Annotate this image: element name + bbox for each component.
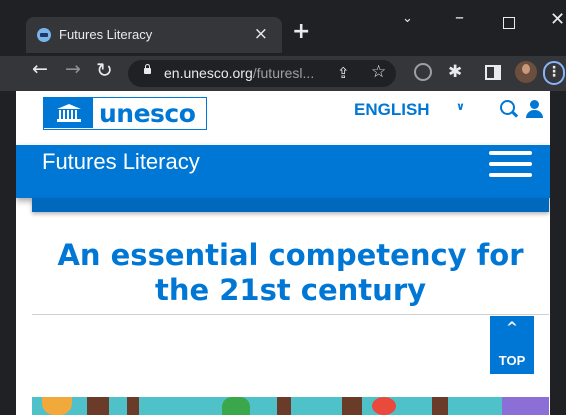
new-tab-button[interactable]: + [292, 21, 310, 43]
illustration-shape [342, 397, 362, 415]
web-page: unesco ENGLISH ∨ Futures Literacy An ess… [16, 91, 550, 415]
lock-icon[interactable] [144, 64, 151, 74]
browser-tab[interactable]: Futures Literacy × [26, 17, 282, 53]
illustration-shape [502, 397, 549, 415]
search-icon[interactable] [500, 100, 515, 115]
illustration-shape [372, 397, 396, 415]
chevron-down-icon[interactable]: ∨ [456, 100, 465, 113]
illustration-shape [432, 397, 448, 415]
tab-title: Futures Literacy [59, 27, 153, 42]
minimize-button[interactable]: – [455, 9, 464, 27]
user-icon[interactable] [526, 100, 544, 118]
share-icon[interactable]: ⇪ [337, 64, 350, 82]
temple-icon [57, 104, 81, 122]
illustration-shape [222, 397, 250, 415]
unesco-logo[interactable]: unesco [43, 97, 207, 130]
unesco-favicon-icon [37, 28, 51, 42]
url-path: /futuresl... [252, 65, 315, 81]
tab-search-chevron-icon[interactable]: ⌄ [402, 12, 413, 25]
hamburger-line [489, 162, 532, 166]
section-title[interactable]: Futures Literacy [42, 149, 200, 175]
browser-menu-button[interactable]: ⋮ [543, 61, 565, 85]
top-label: TOP [498, 353, 526, 368]
illustration-shape [127, 397, 139, 415]
browser-tabstrip: Futures Literacy × + ⌄ – ✕ [0, 0, 566, 56]
maximize-button[interactable] [503, 17, 515, 29]
back-arrow-icon[interactable]: ← [32, 60, 48, 79]
side-panel-icon[interactable] [485, 65, 501, 80]
hamburger-line [489, 151, 532, 155]
url-text[interactable]: en.unesco.org/futuresl... [164, 65, 314, 81]
browser-toolbar: ← → ↻ en.unesco.org/futuresl... ⇪ ☆ ✱ ⋮ [0, 56, 566, 91]
hamburger-menu-icon[interactable] [489, 151, 532, 177]
illustration-shape [42, 397, 72, 415]
illustration-shape [277, 397, 291, 415]
extensions-puzzle-icon[interactable]: ✱ [448, 62, 462, 82]
close-window-button[interactable]: ✕ [550, 11, 565, 29]
url-domain: en.unesco.org [164, 65, 253, 81]
site-header: unesco ENGLISH ∨ [16, 91, 550, 145]
divider [32, 314, 549, 315]
back-to-top-button[interactable]: ^ TOP [490, 316, 534, 374]
logo-temple-box [44, 98, 93, 128]
tab-close-icon[interactable]: × [254, 24, 268, 44]
section-nav-bar: Futures Literacy [16, 145, 550, 198]
language-selector[interactable]: ENGLISH [354, 100, 430, 120]
hamburger-line [489, 173, 532, 177]
profile-avatar[interactable] [515, 61, 537, 83]
illustration-shape [87, 397, 109, 415]
extension-circle-icon[interactable] [414, 63, 432, 81]
address-bar[interactable]: en.unesco.org/futuresl... ⇪ ☆ [128, 60, 396, 87]
forward-arrow-icon[interactable]: → [65, 60, 81, 79]
page-headline: An essential competency for the 21st cen… [57, 238, 524, 307]
hero-illustration [32, 397, 549, 415]
reload-icon[interactable]: ↻ [96, 60, 113, 80]
bookmark-star-icon[interactable]: ☆ [371, 62, 386, 82]
logo-wordmark: unesco [99, 99, 196, 128]
section-bar-underlay [32, 198, 549, 212]
chevron-up-icon: ^ [506, 320, 518, 336]
